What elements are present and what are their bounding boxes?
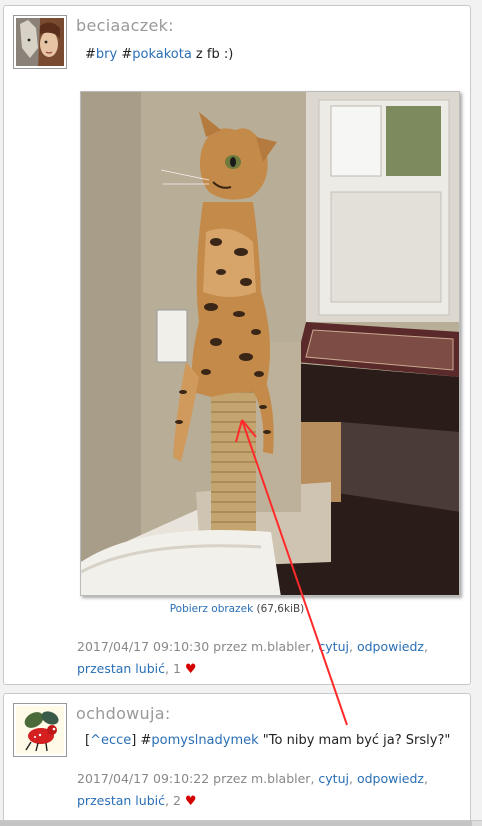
like-count: 2: [172, 793, 181, 808]
hashtag-link[interactable]: bry: [96, 47, 117, 62]
username[interactable]: ochdowuja:: [76, 704, 171, 723]
avatar-image: [16, 18, 64, 66]
reference-link[interactable]: ^ecce: [90, 733, 131, 748]
post-timestamp: 2017/04/17 09:10:22 przez m.blabler: [77, 771, 311, 786]
post-card: beciaaczek: #bry #pokakota z fb :) Pobie…: [3, 5, 471, 685]
avatar-image: [16, 706, 64, 754]
reply-link[interactable]: odpowiedz: [357, 639, 424, 654]
unlike-link[interactable]: przestan lubić: [77, 793, 165, 808]
download-line: Pobierz obrazek (67,6kiB): [4, 603, 470, 615]
post-image[interactable]: [80, 91, 460, 596]
cite-link[interactable]: cytuj: [318, 639, 349, 654]
cite-link[interactable]: cytuj: [318, 771, 349, 786]
post-text: #bry #pokakota z fb :): [85, 47, 234, 62]
post-text-rest: z fb :): [191, 47, 234, 62]
avatar[interactable]: [13, 15, 67, 69]
like-count: 1: [172, 661, 181, 676]
reply-link[interactable]: odpowiedz: [357, 771, 424, 786]
unlike-link[interactable]: przestan lubić: [77, 661, 165, 676]
username[interactable]: beciaaczek:: [76, 16, 174, 35]
scrollbar-thumb[interactable]: [0, 821, 472, 826]
download-link[interactable]: Pobierz obrazek: [170, 603, 253, 615]
post-meta: 2017/04/17 09:10:30 przez m.blabler, cyt…: [77, 639, 428, 677]
cat-photo: [81, 92, 459, 595]
avatar[interactable]: [13, 703, 67, 757]
horizontal-scrollbar[interactable]: [0, 820, 482, 826]
post-text-rest: "To niby mam być ja? Srsly?": [258, 733, 451, 748]
download-size: (67,6kiB): [253, 603, 305, 615]
post-card: ochdowuja: [^ecce] #pomyslnadymek "To ni…: [3, 693, 471, 823]
post-timestamp: 2017/04/17 09:10:30 przez m.blabler: [77, 639, 311, 654]
hashtag-link[interactable]: pokakota: [132, 47, 192, 62]
post-text: [^ecce] #pomyslnadymek "To niby mam być …: [85, 733, 451, 748]
post-meta: 2017/04/17 09:10:22 przez m.blabler, cyt…: [77, 771, 428, 809]
hashtag-link[interactable]: pomyslnadymek: [151, 733, 258, 748]
heart-icon: ♥: [184, 794, 197, 809]
heart-icon: ♥: [184, 662, 197, 677]
